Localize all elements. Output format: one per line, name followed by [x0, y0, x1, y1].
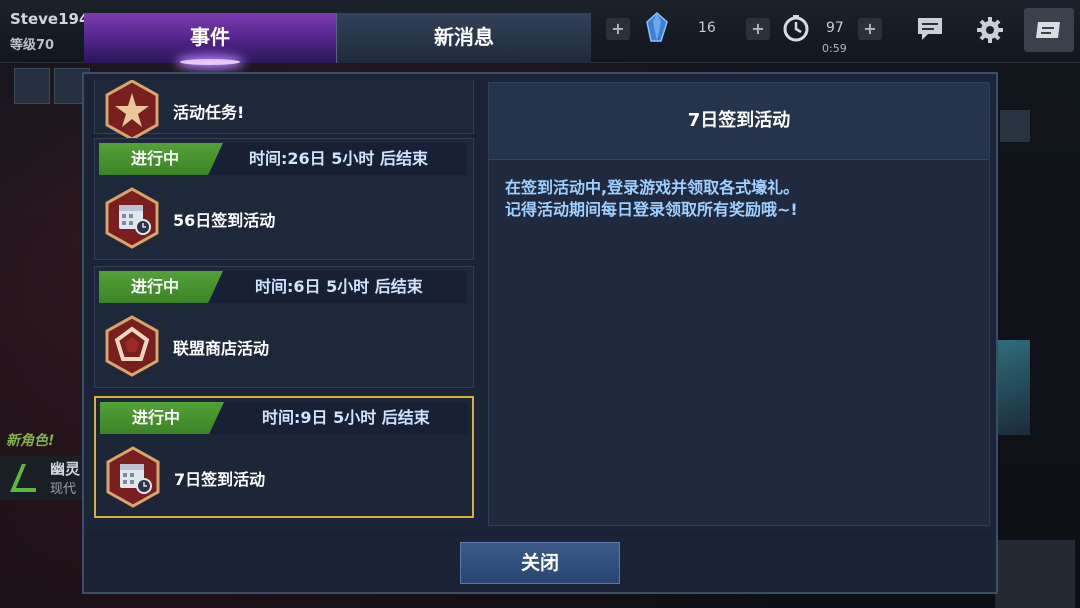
energy-count: 97: [826, 20, 844, 36]
gear-icon[interactable]: [976, 16, 1004, 44]
add-crystal-button[interactable]: +: [746, 18, 770, 40]
status-badge: 进行中: [100, 402, 224, 434]
detail-description: 在签到活动中,登录游戏并领取各式壕礼。 记得活动期间每日登录领取所有奖励哦~!: [505, 177, 975, 221]
chat-icon[interactable]: [916, 16, 944, 42]
event-title: 7日签到活动: [174, 470, 266, 489]
menu-icon[interactable]: [1024, 8, 1074, 52]
detail-title: 7日签到活动: [489, 83, 989, 160]
event-title: 联盟商店活动: [173, 339, 270, 358]
close-button[interactable]: 关闭: [460, 542, 620, 584]
event-time-remaining: 时间:26日 5小时 后结束: [249, 149, 428, 168]
active-tab-indicator: [180, 59, 240, 65]
pentagon-emblem-icon: [105, 315, 159, 377]
player-level: 等级70: [10, 38, 55, 53]
search-icon[interactable]: [1000, 110, 1030, 142]
event-list[interactable]: 活动任务! 进行中 时间:26日 5小时 后结束 56日签到活动 进行中 时间:…: [90, 80, 478, 528]
event-card[interactable]: 进行中 时间:6日 5小时 后结束 联盟商店活动: [94, 266, 474, 388]
event-card-header: 进行中 时间:6日 5小时 后结束: [99, 271, 467, 303]
event-time-remaining: 时间:9日 5小时 后结束: [262, 408, 430, 427]
character-name: 幽灵: [50, 460, 81, 478]
tab-news-label: 新消息: [434, 25, 494, 49]
event-title: 活动任务!: [173, 103, 245, 122]
status-badge: 进行中: [99, 271, 223, 303]
background-button: [995, 540, 1075, 608]
tab-news[interactable]: 新消息: [336, 13, 591, 63]
event-time-remaining: 时间:6日 5小时 后结束: [255, 277, 423, 296]
character-subtitle: 现代: [50, 482, 77, 497]
energy-timer-icon: [783, 15, 809, 42]
energy-timer: 0:59: [822, 42, 847, 55]
add-resource-button[interactable]: +: [606, 18, 630, 40]
event-card-header: 进行中 时间:9日 5小时 后结束: [100, 402, 468, 434]
crystal-count: 16: [698, 20, 716, 36]
event-card[interactable]: 进行中 时间:26日 5小时 后结束 56日签到活动: [94, 138, 474, 260]
event-title: 56日签到活动: [173, 211, 276, 230]
detail-line: 记得活动期间每日登录领取所有奖励哦~!: [505, 200, 798, 219]
tab-events[interactable]: 事件: [84, 13, 336, 65]
new-character-label: 新角色!: [6, 433, 55, 449]
star-emblem-icon: [105, 80, 159, 141]
crystal-icon: [646, 12, 668, 42]
calendar-icon: [105, 187, 159, 249]
hero-avatar[interactable]: [14, 68, 50, 104]
detail-line: 在签到活动中,登录游戏并领取各式壕礼。: [505, 178, 800, 197]
event-detail-pane: 7日签到活动 在签到活动中,登录游戏并领取各式壕礼。 记得活动期间每日登录领取所…: [488, 82, 990, 526]
background-artwork: [998, 340, 1030, 435]
event-card-header: 进行中 时间:26日 5小时 后结束: [99, 143, 467, 175]
event-card-selected[interactable]: 进行中 时间:9日 5小时 后结束 7日签到活动: [94, 396, 474, 518]
add-energy-button[interactable]: +: [858, 18, 882, 40]
tab-events-label: 事件: [190, 25, 230, 49]
status-badge: 进行中: [99, 143, 223, 175]
event-card-partial[interactable]: 活动任务!: [94, 80, 474, 141]
calendar-icon: [106, 446, 160, 508]
character-class-icon: [10, 464, 36, 492]
